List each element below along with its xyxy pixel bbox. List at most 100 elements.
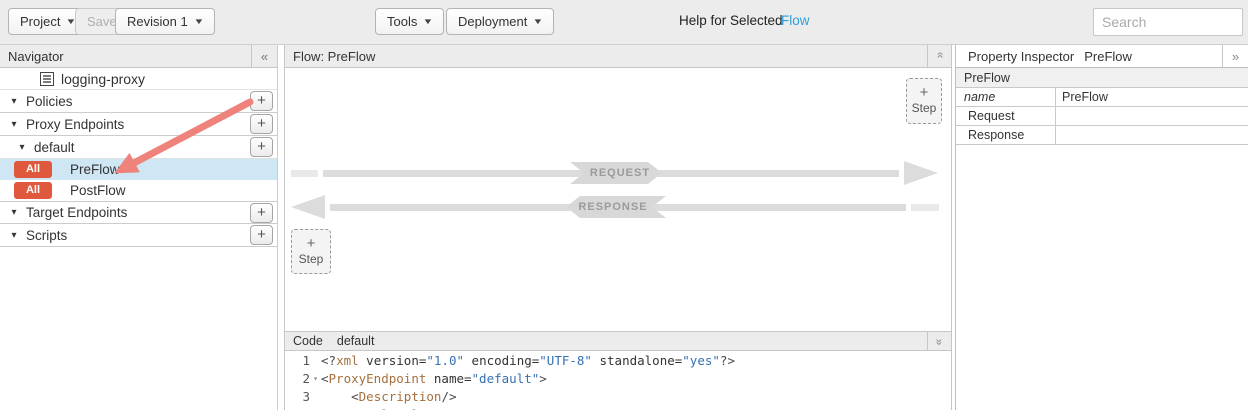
code-lines: 1 <?xml version="1.0" encoding="UTF-8" st… [285, 351, 951, 410]
nav-item-proxy-root[interactable]: logging-proxy [0, 68, 277, 90]
request-bar-stub [291, 170, 318, 177]
line-number-gutter: 1 [285, 353, 321, 368]
plus-icon: + [257, 92, 266, 109]
code-token-str: "1.0" [426, 353, 464, 368]
code-editor[interactable]: 1 <?xml version="1.0" encoding="UTF-8" st… [285, 351, 951, 410]
save-button-label: Save [87, 14, 117, 29]
inspector-row-request: Request [956, 107, 1248, 126]
plus-icon: + [307, 238, 316, 250]
code-token-str: "UTF-8" [539, 353, 592, 368]
code-token-punc: ?> [720, 353, 735, 368]
property-value-request[interactable] [1056, 107, 1248, 125]
collapse-left-icon: « [261, 49, 268, 64]
code-token-punc: < [321, 371, 329, 386]
code-token-attr: encoding= [464, 353, 539, 368]
tools-menu-label: Tools [387, 14, 417, 29]
navigator-title: Navigator [8, 49, 64, 64]
plus-icon: + [257, 226, 266, 243]
line-number: 2 [302, 371, 310, 386]
property-inspector-title: Property Inspector [968, 49, 1074, 64]
inspector-collapse-button[interactable]: » [1222, 45, 1248, 67]
response-flow-badge: RESPONSE [566, 196, 666, 218]
line-number: 3 [302, 389, 310, 404]
code-token-punc: < [351, 407, 359, 410]
code-text: <ProxyEndpoint name="default"> [321, 371, 547, 386]
code-token-punc: < [351, 389, 359, 404]
fold-caret-icon[interactable]: ▾ [310, 374, 321, 383]
code-token-tag: xml [336, 353, 359, 368]
help-flow-link[interactable]: Flow [781, 13, 810, 28]
property-inspector-header: Property Inspector PreFlow » [956, 45, 1248, 68]
property-value-response[interactable] [1056, 126, 1248, 144]
code-line[interactable]: 4 <FaultRules/> [285, 405, 951, 410]
caret-down-icon: ▼ [193, 17, 204, 26]
nav-section-policies[interactable]: ▾ Policies + [0, 90, 277, 113]
code-token-attr: standalone= [592, 353, 682, 368]
deployment-menu-label: Deployment [458, 14, 527, 29]
nav-section-scripts[interactable]: ▾ Scripts + [0, 224, 277, 247]
inspector-section-header: PreFlow [956, 68, 1248, 88]
step-button-label: Step [299, 252, 324, 266]
revision-menu-button[interactable]: Revision 1 ▼ [115, 8, 215, 35]
flow-all-badge: All [14, 182, 52, 199]
property-value-name[interactable]: PreFlow [1056, 88, 1248, 106]
flow-editor-header: Flow: PreFlow » [285, 45, 951, 68]
caret-down-icon: ▼ [423, 17, 434, 26]
code-token-punc: /> [434, 407, 449, 410]
code-collapse-button[interactable]: » [927, 332, 951, 350]
plus-icon: + [920, 87, 929, 99]
property-inspector-context: PreFlow [1084, 49, 1132, 64]
flow-canvas: + Step REQUEST RESPONSE + Step [285, 68, 951, 331]
code-panel-header: Code default » [285, 331, 951, 351]
line-number: 1 [302, 353, 310, 368]
plus-icon: + [257, 204, 266, 221]
add-step-button-response[interactable]: + Step [291, 229, 331, 274]
nav-section-label: default [34, 140, 75, 155]
caret-down-icon: ▾ [8, 96, 20, 107]
plus-icon: + [257, 138, 266, 155]
add-target-endpoint-button[interactable]: + [250, 203, 273, 223]
code-token-tag: Description [359, 389, 442, 404]
flow-editor-title: Flow: PreFlow [293, 49, 375, 64]
deployment-menu-button[interactable]: Deployment ▼ [446, 8, 554, 35]
add-step-button-request[interactable]: + Step [906, 78, 942, 124]
code-line[interactable]: 2▾<ProxyEndpoint name="default"> [285, 369, 951, 387]
property-label: name [956, 88, 1056, 106]
line-number-gutter: 4 [285, 407, 321, 410]
code-text: <FaultRules/> [321, 407, 449, 410]
code-token-str: "default" [472, 371, 540, 386]
request-label: REQUEST [590, 167, 650, 179]
caret-down-icon: ▾ [8, 119, 20, 130]
tools-menu-button[interactable]: Tools ▼ [375, 8, 444, 35]
code-token-str: "yes" [682, 353, 720, 368]
flow-editor-panel: Flow: PreFlow » + Step REQUEST RESPONSE … [284, 45, 952, 410]
code-text: <Description/> [321, 389, 457, 404]
nav-item-preflow[interactable]: All PreFlow [0, 159, 277, 180]
code-text: <?xml version="1.0" encoding="UTF-8" sta… [321, 353, 735, 368]
nav-section-label: Policies [26, 94, 73, 109]
nav-section-proxy-endpoints[interactable]: ▾ Proxy Endpoints + [0, 113, 277, 136]
add-script-button[interactable]: + [250, 225, 273, 245]
plus-icon: + [257, 115, 266, 132]
request-arrowhead-icon [904, 161, 938, 185]
add-proxy-endpoint-button[interactable]: + [250, 114, 273, 134]
chevron-up-icon: » [933, 54, 947, 59]
nav-flow-label: PreFlow [70, 162, 120, 177]
property-inspector-panel: Property Inspector PreFlow » PreFlow nam… [955, 45, 1248, 410]
search-input[interactable] [1093, 8, 1243, 36]
code-line[interactable]: 1 <?xml version="1.0" encoding="UTF-8" st… [285, 351, 951, 369]
nav-item-postflow[interactable]: All PostFlow [0, 180, 277, 201]
sidebar-collapse-button[interactable]: « [251, 45, 277, 67]
response-arrowhead-icon [291, 195, 325, 219]
add-flow-button[interactable]: + [250, 137, 273, 157]
caret-down-icon: ▾ [8, 230, 20, 241]
code-tab-default[interactable]: default [337, 334, 375, 348]
flow-collapse-button[interactable]: » [927, 45, 951, 67]
response-bar-stub [911, 204, 939, 211]
nav-section-default[interactable]: ▾ default + [0, 136, 277, 159]
code-line[interactable]: 3 <Description/> [285, 387, 951, 405]
nav-section-target-endpoints[interactable]: ▾ Target Endpoints + [0, 201, 277, 224]
caret-down-icon: ▼ [533, 17, 544, 26]
code-panel-title: Code [293, 334, 323, 348]
add-policy-button[interactable]: + [250, 91, 273, 111]
